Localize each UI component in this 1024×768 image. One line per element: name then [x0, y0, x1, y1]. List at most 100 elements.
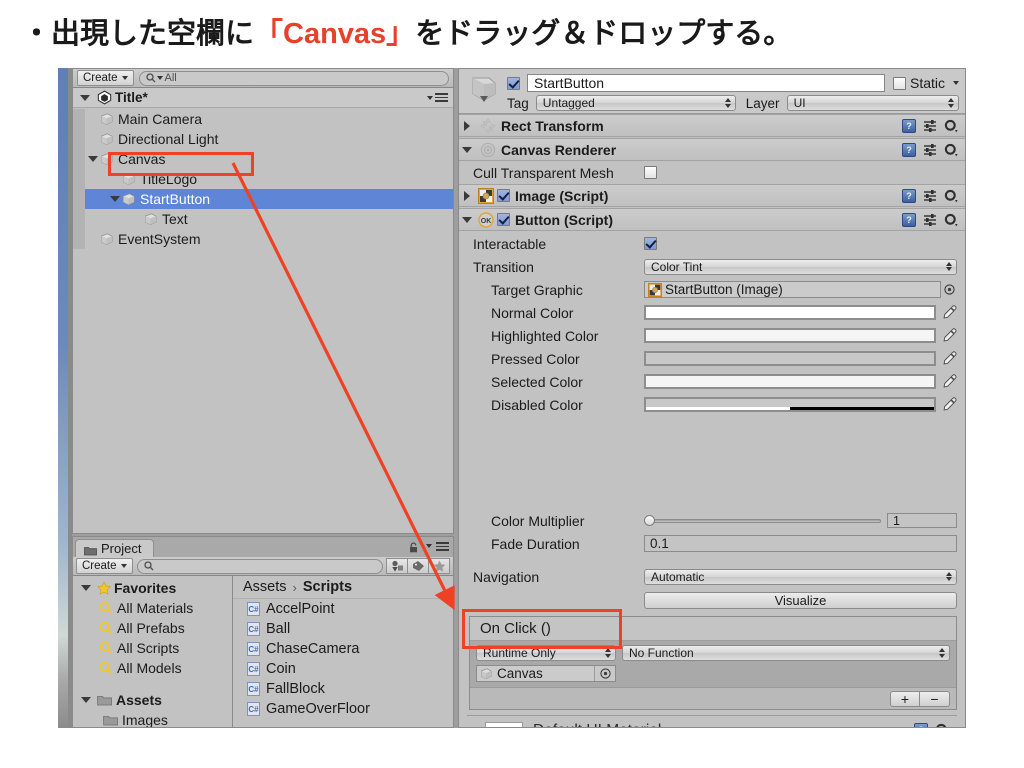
expand-triangle-icon[interactable]	[459, 216, 475, 223]
object-picker-icon[interactable]	[594, 666, 615, 681]
preset-icon[interactable]	[923, 189, 937, 202]
help-icon[interactable]: ?	[914, 723, 928, 727]
hierarchy-item-directional-light[interactable]: Directional Light	[73, 129, 453, 149]
help-icon[interactable]: ?	[902, 212, 916, 227]
component-actions[interactable]: ?	[902, 212, 965, 227]
collapse-triangle-icon[interactable]	[459, 190, 475, 201]
transition-dropdown[interactable]: Color Tint	[644, 258, 957, 275]
asset-item-gameoverfloor[interactable]: C# GameOverFloor	[233, 699, 453, 719]
project-favorite-all-prefabs[interactable]: All Prefabs	[73, 618, 232, 638]
cull-transparent-mesh-checkbox[interactable]	[644, 166, 657, 179]
help-icon[interactable]: ?	[902, 118, 916, 133]
onclick-function-dropdown[interactable]: No Function	[622, 645, 950, 661]
hierarchy-item-startbutton[interactable]: StartButton	[73, 189, 453, 209]
collapse-triangle-icon[interactable]	[459, 120, 475, 131]
static-checkbox[interactable]	[892, 76, 906, 90]
gear-icon[interactable]	[944, 213, 958, 227]
asset-item-fallblock[interactable]: C# FallBlock	[233, 679, 453, 699]
hierarchy-item-eventsystem[interactable]: EventSystem	[73, 229, 453, 249]
hierarchy-options-button[interactable]	[423, 91, 448, 104]
component-rect-transform-header[interactable]: Rect Transform ?	[459, 114, 965, 137]
help-icon[interactable]: ?	[902, 188, 916, 203]
disabled-color-swatch[interactable]	[644, 397, 936, 412]
static-toggle[interactable]: Static	[892, 75, 959, 91]
fade-duration-input[interactable]: 0.1	[644, 535, 957, 552]
object-name-input[interactable]: StartButton	[527, 74, 885, 92]
hierarchy-item-text[interactable]: Text	[73, 209, 453, 229]
expand-triangle-icon[interactable]	[459, 146, 475, 153]
object-enabled-checkbox[interactable]	[507, 76, 520, 90]
color-multiplier-input[interactable]: 1	[887, 513, 957, 528]
object-picker-icon[interactable]	[941, 284, 957, 295]
slider-knob[interactable]	[644, 515, 655, 526]
expand-triangle-icon[interactable]	[81, 697, 91, 703]
expand-triangle-icon[interactable]	[81, 585, 91, 591]
onclick-object-field[interactable]: Canvas	[476, 665, 616, 682]
hierarchy-item-canvas[interactable]: Canvas	[73, 149, 453, 169]
project-favorite-all-models[interactable]: All Models	[73, 658, 232, 678]
eyedropper-icon[interactable]	[942, 328, 957, 343]
eyedropper-icon[interactable]	[942, 374, 957, 389]
onclick-runtime-dropdown[interactable]: Runtime Only	[476, 645, 616, 661]
navigation-dropdown[interactable]: Automatic	[644, 568, 957, 585]
project-search-input[interactable]	[136, 558, 383, 574]
tag-dropdown[interactable]: Untagged	[535, 95, 736, 111]
component-button-header[interactable]: OK Button (Script) ?	[459, 208, 965, 231]
menu-icon[interactable]	[436, 540, 449, 553]
lock-icon[interactable]	[409, 541, 418, 553]
eyedropper-icon[interactable]	[942, 397, 957, 412]
scene-root-row[interactable]: Title*	[73, 88, 453, 108]
color-multiplier-slider[interactable]	[644, 513, 881, 528]
project-assets-images[interactable]: Images	[73, 710, 232, 727]
breadcrumb-item-scripts[interactable]: Scripts	[303, 579, 352, 595]
favorites-button[interactable]	[428, 558, 450, 574]
project-create-button[interactable]: Create	[76, 558, 133, 574]
project-favorite-all-materials[interactable]: All Materials	[73, 598, 232, 618]
help-icon[interactable]: ?	[902, 142, 916, 157]
tab-project[interactable]: Project	[75, 539, 155, 557]
preset-icon[interactable]	[923, 143, 937, 156]
image-enabled-checkbox[interactable]	[497, 189, 510, 202]
add-event-button[interactable]: +	[890, 690, 920, 707]
layer-dropdown[interactable]: UI	[786, 95, 959, 111]
preset-icon[interactable]	[923, 119, 937, 132]
project-favorites-root[interactable]: Favorites	[73, 578, 232, 598]
expand-triangle-icon[interactable]	[87, 156, 99, 162]
component-actions[interactable]: ?	[902, 118, 965, 133]
target-graphic-objectfield[interactable]: StartButton (Image)	[644, 281, 941, 298]
interactable-checkbox[interactable]	[644, 237, 657, 250]
chevron-down-icon[interactable]	[953, 81, 959, 85]
expand-triangle-icon[interactable]	[80, 95, 90, 101]
component-actions[interactable]: ?	[902, 142, 965, 157]
filter-by-label-button[interactable]	[407, 558, 429, 574]
highlighted-color-swatch[interactable]	[644, 328, 936, 343]
component-actions[interactable]: ?	[902, 188, 965, 203]
gear-icon[interactable]	[944, 119, 958, 133]
asset-item-accelpoint[interactable]: C# AccelPoint	[233, 599, 453, 619]
normal-color-swatch[interactable]	[644, 305, 936, 320]
hierarchy-item-titlelogo[interactable]: TitleLogo	[73, 169, 453, 189]
visualize-button[interactable]: Visualize	[644, 592, 957, 609]
preset-icon[interactable]	[923, 213, 937, 226]
eyedropper-icon[interactable]	[942, 305, 957, 320]
material-actions[interactable]: ?	[914, 723, 949, 727]
gear-icon[interactable]	[944, 143, 958, 157]
selected-color-swatch[interactable]	[644, 374, 936, 389]
gear-icon[interactable]	[944, 189, 958, 203]
hierarchy-item-main-camera[interactable]: Main Camera	[73, 109, 453, 129]
component-canvas-renderer-header[interactable]: Canvas Renderer ?	[459, 138, 965, 161]
asset-item-chasecamera[interactable]: C# ChaseCamera	[233, 639, 453, 659]
gear-icon[interactable]	[935, 723, 949, 727]
filter-by-type-button[interactable]	[386, 558, 408, 574]
component-image-header[interactable]: Image (Script) ?	[459, 184, 965, 207]
expand-triangle-icon[interactable]	[109, 196, 121, 202]
remove-event-button[interactable]: −	[920, 690, 950, 707]
hierarchy-search-input[interactable]: All	[138, 70, 449, 86]
eyedropper-icon[interactable]	[942, 351, 957, 366]
pressed-color-swatch[interactable]	[644, 351, 936, 366]
asset-item-coin[interactable]: C# Coin	[233, 659, 453, 679]
hierarchy-create-button[interactable]: Create	[77, 70, 134, 86]
button-enabled-checkbox[interactable]	[497, 213, 510, 226]
project-assets-root[interactable]: Assets	[73, 690, 232, 710]
project-favorite-all-scripts[interactable]: All Scripts	[73, 638, 232, 658]
